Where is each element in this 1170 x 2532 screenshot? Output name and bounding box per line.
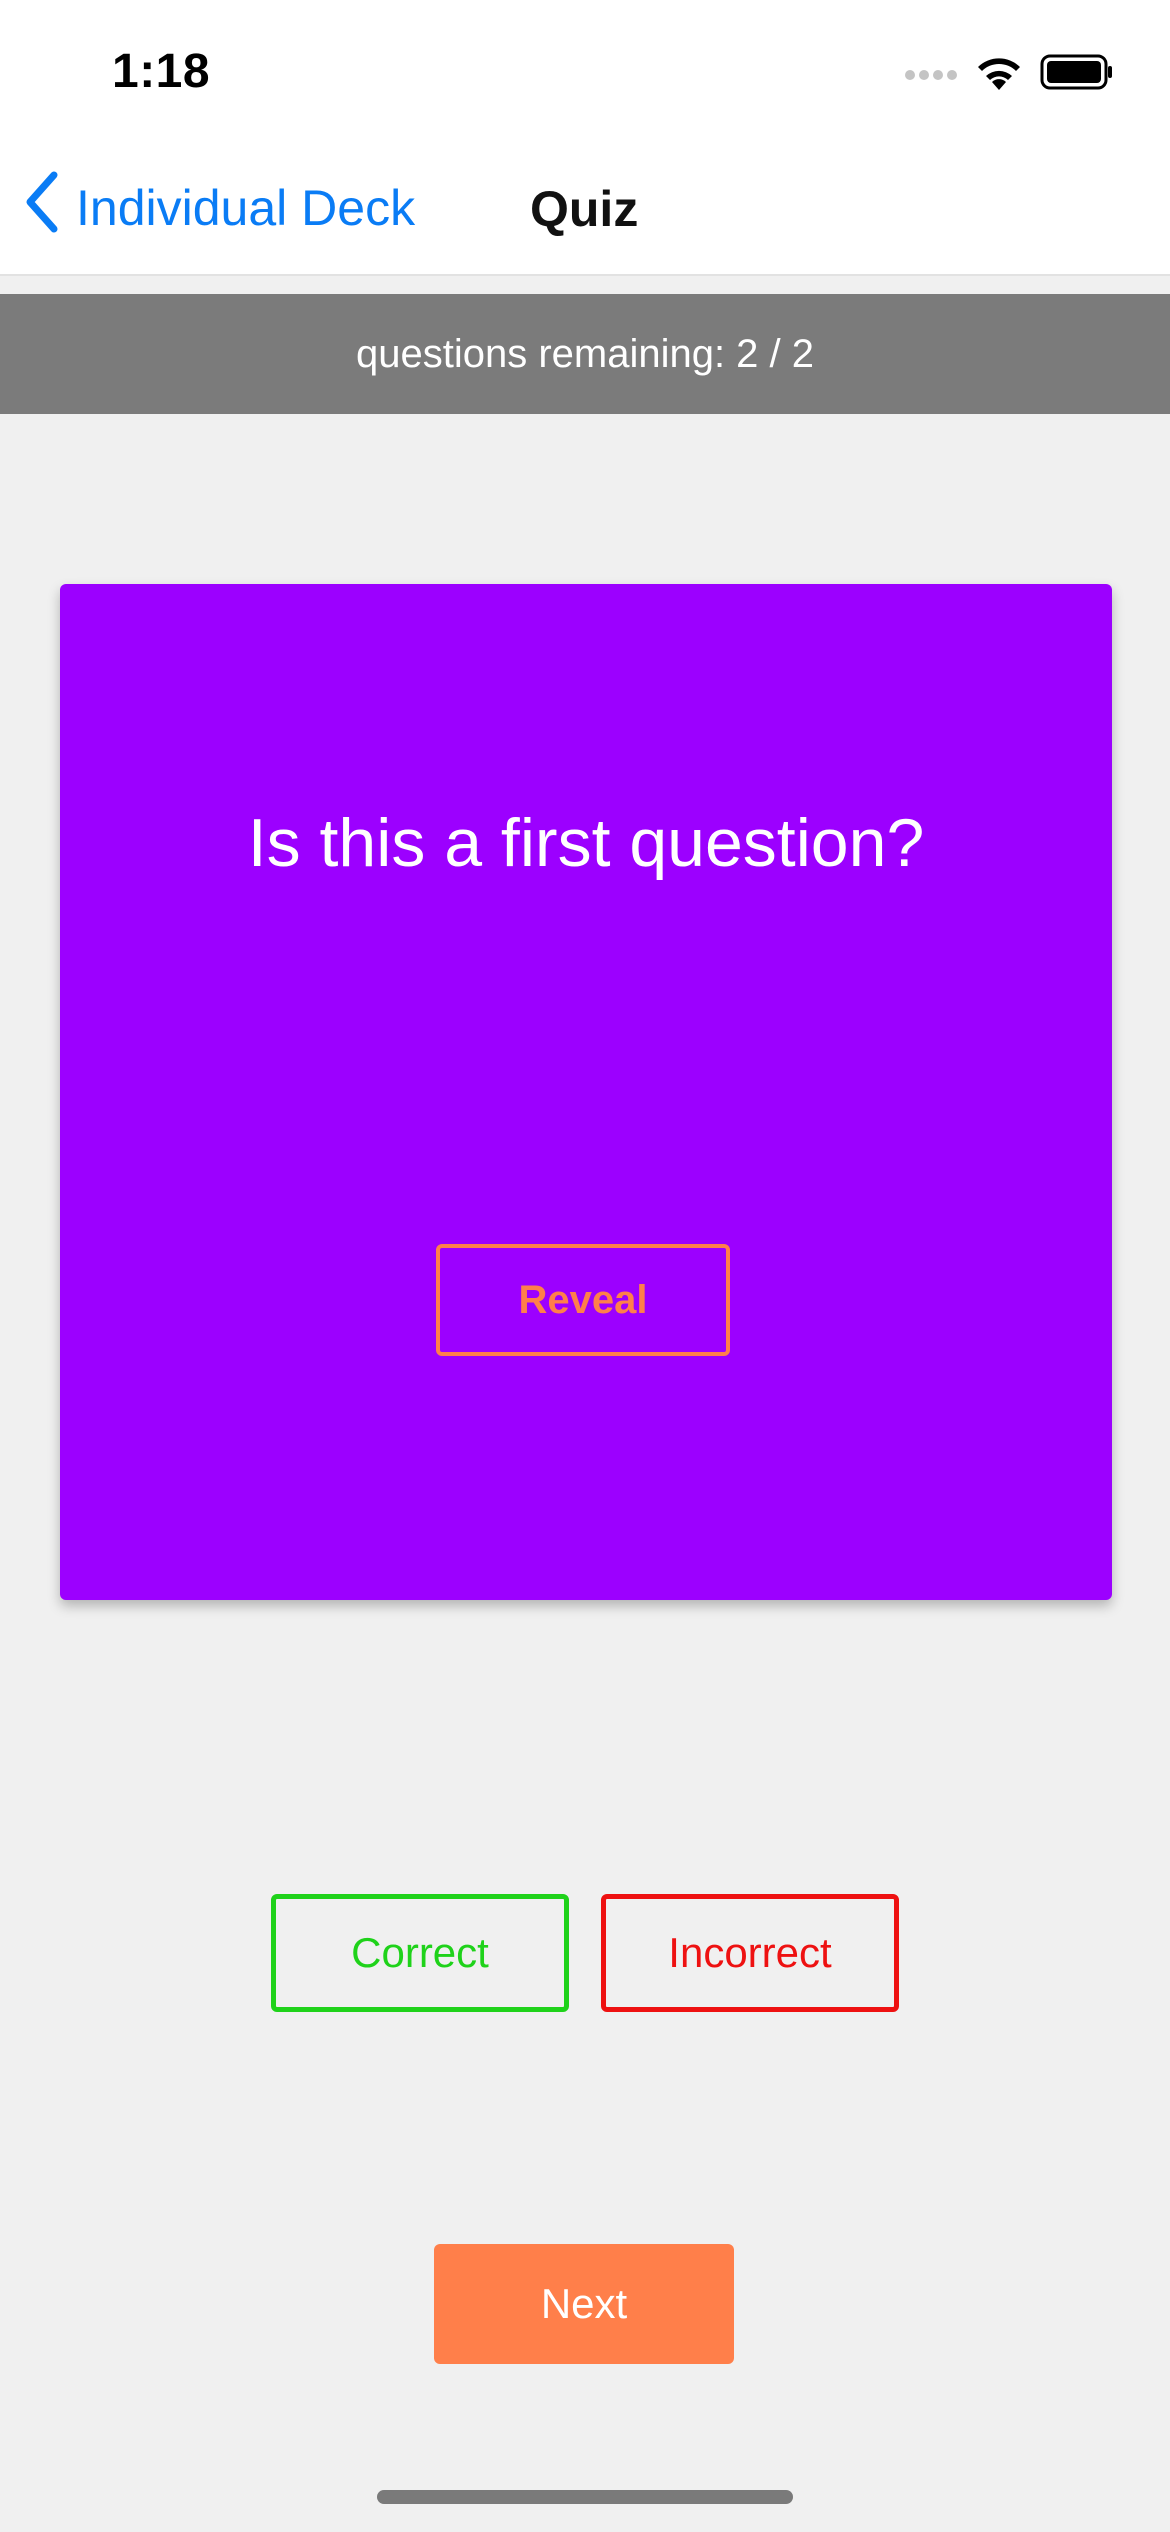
battery-icon: [1040, 54, 1114, 95]
question-text: Is this a first question?: [247, 805, 925, 881]
questions-remaining-text: questions remaining: 2 / 2: [355, 331, 815, 376]
back-button-label: Individual Deck: [76, 180, 416, 236]
reveal-button[interactable]: Reveal: [436, 1244, 730, 1356]
incorrect-button[interactable]: Incorrect: [601, 1894, 899, 2012]
next-button[interactable]: Next: [434, 2244, 734, 2364]
page-title: Quiz: [530, 181, 639, 237]
correct-button[interactable]: Correct: [271, 1894, 569, 2012]
navigation-bar: Individual Deck Quiz: [0, 140, 1170, 276]
questions-remaining-bar: questions remaining: 2 / 2: [0, 294, 1170, 414]
status-bar: 1:18: [0, 0, 1170, 140]
wifi-icon: [974, 52, 1024, 97]
home-indicator: [377, 2490, 793, 2504]
signal-icon: [904, 63, 958, 86]
question-card: Is this a first question? Reveal: [60, 584, 1112, 1600]
back-button[interactable]: Individual Deck: [22, 170, 415, 246]
status-time: 1:18: [112, 45, 211, 98]
chevron-left-icon: [22, 171, 62, 245]
status-icons: [904, 52, 1114, 96]
